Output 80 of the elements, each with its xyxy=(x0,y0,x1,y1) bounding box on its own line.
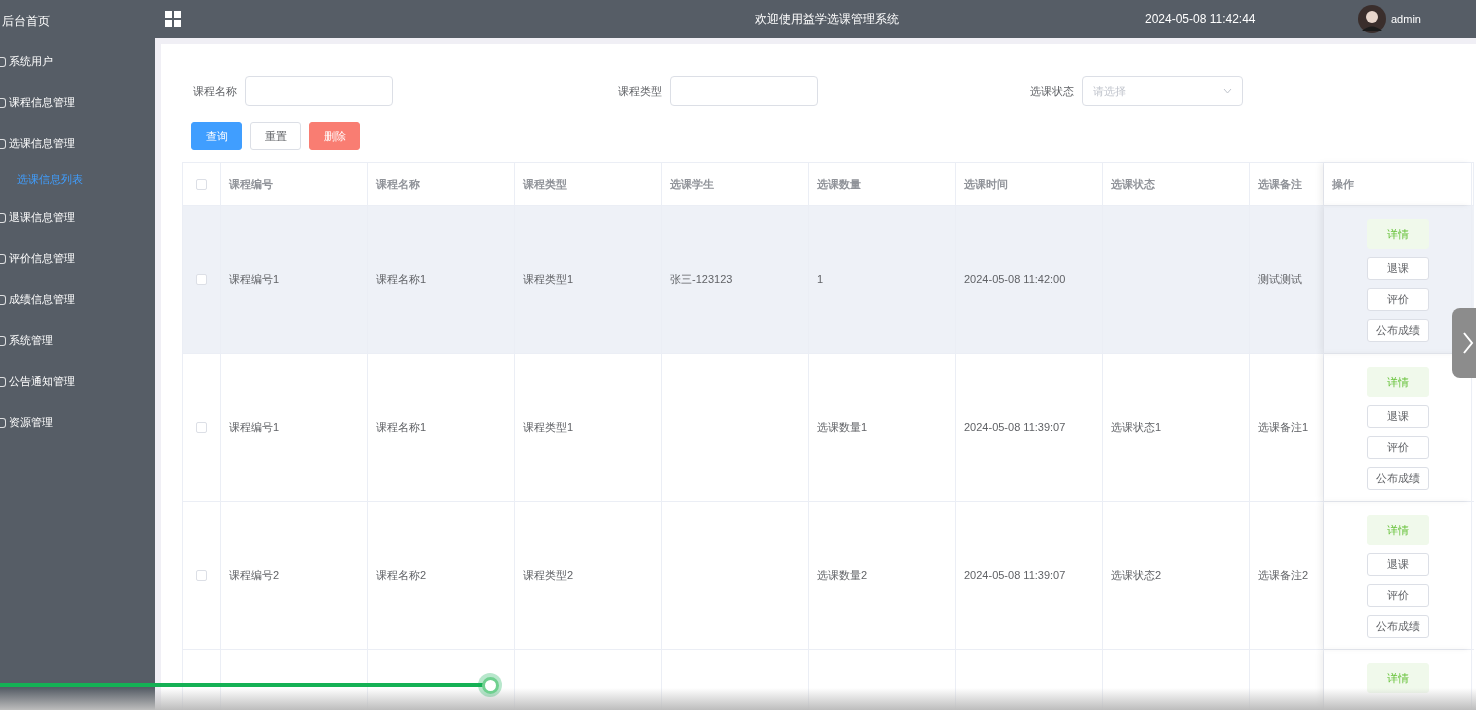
table-cell-text: 张三-123123 xyxy=(670,272,733,288)
system-title: 欢迎使用益学选课管理系统 xyxy=(755,11,899,28)
table-cell-text: 1 xyxy=(817,272,824,288)
table-cell-text: 2024-05-08 11:42:00 xyxy=(964,272,1066,288)
next-button[interactable] xyxy=(1452,308,1476,378)
table-cell-text: 2024-05-08 11:39:07 xyxy=(964,420,1066,436)
row-action-button[interactable]: 公布成绩 xyxy=(1366,319,1429,342)
menu-item-icon xyxy=(0,97,6,108)
column-header: 课程编号 xyxy=(229,176,273,192)
current-datetime: 2024-05-08 11:42:44 xyxy=(1145,11,1256,28)
column-header: 课程类型 xyxy=(523,176,567,192)
table-cell-text: 选课备注1 xyxy=(1258,420,1309,436)
table-cell-text: 选课备注2 xyxy=(1258,568,1309,584)
column-header: 选课学生 xyxy=(670,176,714,192)
menu-item[interactable]: 成绩信息管理 xyxy=(9,291,75,308)
row-action-button[interactable]: 退课 xyxy=(1366,257,1429,280)
menu-item[interactable]: 系统用户 xyxy=(9,53,53,70)
chevron-down-icon xyxy=(1223,88,1232,94)
table-cell-text: 课程名称1 xyxy=(376,272,427,288)
table-row[interactable]: 课程编号1 课程名称1 课程类型1 张三-123123 1 2024-05-08 11:42:00 测试测试 详情 退课 评价 公布成绩 xyxy=(182,206,1474,354)
menu-item[interactable]: 选课信息管理 xyxy=(9,135,75,152)
row-action-button[interactable]: 退课 xyxy=(1366,553,1429,576)
sidebar-title[interactable]: 后台首页 xyxy=(0,0,155,41)
table-cell-text: 课程类型1 xyxy=(523,272,574,288)
menu-item-icon xyxy=(0,335,6,346)
checkbox[interactable] xyxy=(196,422,207,433)
checkbox[interactable] xyxy=(196,570,207,581)
menu-item[interactable]: 评价信息管理 xyxy=(9,250,75,267)
row-action-button[interactable]: 退课 xyxy=(1366,405,1429,428)
field-label: 课程名称 xyxy=(193,83,237,99)
table-cell-text: 课程编号1 xyxy=(229,272,280,288)
text-field[interactable] xyxy=(670,76,818,106)
menu-item-icon xyxy=(0,138,6,149)
table-cell-text: 课程类型1 xyxy=(523,420,574,436)
text-field[interactable] xyxy=(245,76,393,106)
action-button[interactable]: 重置 xyxy=(250,122,301,150)
menu-item[interactable]: 课程信息管理 xyxy=(9,94,75,111)
checkbox[interactable] xyxy=(196,274,207,285)
table-cell-text: 选课状态1 xyxy=(1111,420,1162,436)
table-cell-text: 选课状态2 xyxy=(1111,568,1162,584)
menu-item[interactable]: 退课信息管理 xyxy=(9,209,75,226)
progress-handle[interactable] xyxy=(478,673,503,697)
menu-icon[interactable] xyxy=(165,11,181,27)
chevron-right-icon xyxy=(1462,331,1474,355)
menu-item-icon xyxy=(0,56,6,67)
menu-item-icon xyxy=(0,376,6,387)
avatar[interactable] xyxy=(1358,5,1386,33)
row-action-button[interactable]: 公布成绩 xyxy=(1366,467,1429,490)
table-cell-text: 2024-05-08 11:39:07 xyxy=(964,568,1066,584)
table-cell-text: 课程编号2 xyxy=(229,568,280,584)
column-header: 课程名称 xyxy=(376,176,420,192)
table-cell-text: 测试测试 xyxy=(1258,272,1302,288)
field-label: 课程类型 xyxy=(618,83,662,99)
field-label: 选课状态 xyxy=(1030,83,1074,99)
row-action-button[interactable]: 公布成绩 xyxy=(1366,615,1429,638)
menu-item-icon xyxy=(0,212,6,223)
table-cell-text: 课程类型2 xyxy=(523,568,574,584)
menu-item[interactable]: 资源管理 xyxy=(9,414,53,431)
table-cell-text: 选课数量1 xyxy=(817,420,868,436)
menu-item[interactable]: 公告通知管理 xyxy=(9,373,75,390)
menu-item[interactable]: 系统管理 xyxy=(9,332,53,349)
table-cell-text: 课程名称2 xyxy=(376,568,427,584)
username[interactable]: admin xyxy=(1391,10,1421,28)
column-header: 选课时间 xyxy=(964,176,1008,192)
table-cell-text: 课程名称1 xyxy=(376,420,427,436)
table-cell-text: 课程编号1 xyxy=(229,420,280,436)
menu-item-icon xyxy=(0,253,6,264)
row-action-button[interactable]: 评价 xyxy=(1366,436,1429,459)
table-row[interactable]: 课程编号2 课程名称2 课程类型2 选课数量2 2024-05-08 11:39:07 选课状态2 选课备注2 详情 退课 评价 公布成绩 xyxy=(182,502,1474,650)
column-header: 选课状态 xyxy=(1111,176,1155,192)
column-header: 选课数量 xyxy=(817,176,861,192)
menu-item-icon xyxy=(0,417,6,428)
table-cell-text: 选课数量2 xyxy=(817,568,868,584)
menu-item-icon xyxy=(0,294,6,305)
checkbox[interactable] xyxy=(196,178,207,190)
row-action-button[interactable]: 评价 xyxy=(1366,584,1429,607)
column-header: 操作 xyxy=(1332,176,1354,192)
table-row[interactable]: 课程编号1 课程名称1 课程类型1 选课数量1 2024-05-08 11:39:07 选课状态1 选课备注1 详情 退课 评价 公布成绩 xyxy=(182,354,1474,502)
column-header: 选课备注 xyxy=(1258,176,1302,192)
row-action-button[interactable]: 评价 xyxy=(1366,288,1429,311)
